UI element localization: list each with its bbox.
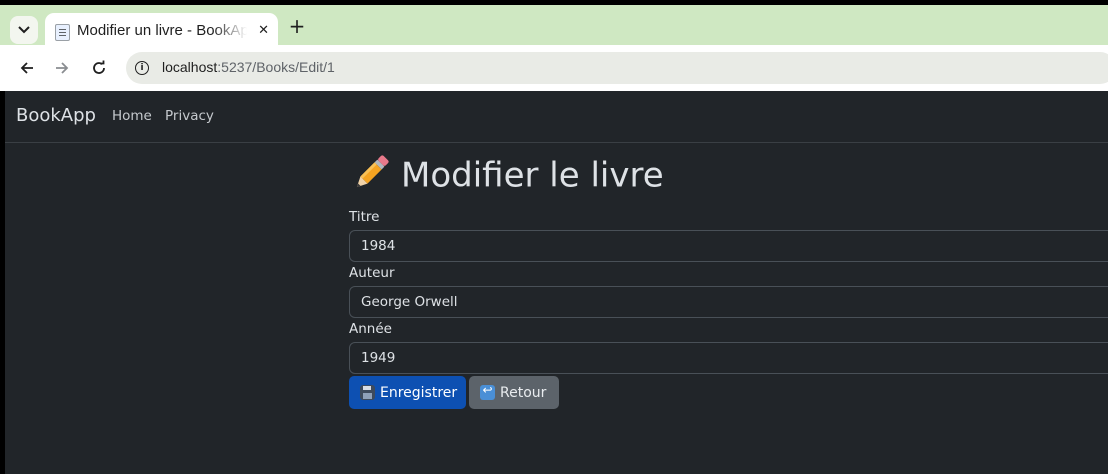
title-label: Titre <box>349 209 380 225</box>
nav-link-home[interactable]: Home <box>112 108 152 124</box>
url-text[interactable]: localhost:5237/Books/Edit/1 <box>162 59 335 75</box>
tab-title: Modifier un livre - BookApp <box>77 22 247 39</box>
forward-arrow-icon[interactable] <box>50 56 74 80</box>
page-title-text: Modifier le livre <box>401 155 664 196</box>
close-tab-icon[interactable]: ✕ <box>258 21 269 41</box>
navbar-brand[interactable]: BookApp <box>16 105 96 126</box>
chevron-down-icon <box>18 26 30 34</box>
page-title: Modifier le livre <box>349 155 664 199</box>
new-tab-button[interactable]: + <box>286 15 308 37</box>
browser-tab-strip: Modifier un livre - BookApp ✕ + <box>0 5 1108 50</box>
save-button[interactable]: Enregistrer <box>349 376 466 409</box>
pencil-icon <box>356 155 389 188</box>
site-info-icon[interactable]: i <box>135 61 149 75</box>
page-favicon-icon <box>55 24 70 41</box>
address-bar[interactable]: i localhost:5237/Books/Edit/1 <box>126 52 1108 84</box>
back-arrow-icon[interactable] <box>15 56 39 80</box>
web-page: BookApp Home Privacy Modifier le livre T… <box>5 91 1108 474</box>
floppy-disk-icon <box>360 385 375 400</box>
url-path: :5237/Books/Edit/1 <box>217 59 335 75</box>
url-host: localhost <box>162 59 218 75</box>
author-label: Auteur <box>349 265 395 281</box>
back-button-label: Retour <box>500 384 547 401</box>
year-label: Année <box>349 321 392 337</box>
tab-search-button[interactable] <box>10 16 38 44</box>
year-input[interactable]: 1949 <box>349 342 1108 374</box>
browser-toolbar: i localhost:5237/Books/Edit/1 <box>0 45 1108 91</box>
title-input[interactable]: 1984 <box>349 230 1108 262</box>
return-arrow-icon <box>480 383 495 400</box>
site-navbar: BookApp Home Privacy <box>5 91 1108 143</box>
reload-icon[interactable] <box>87 56 111 80</box>
author-input[interactable]: George Orwell <box>349 286 1108 318</box>
nav-link-privacy[interactable]: Privacy <box>165 108 214 124</box>
back-button[interactable]: Retour <box>469 376 559 409</box>
save-button-label: Enregistrer <box>380 384 458 401</box>
